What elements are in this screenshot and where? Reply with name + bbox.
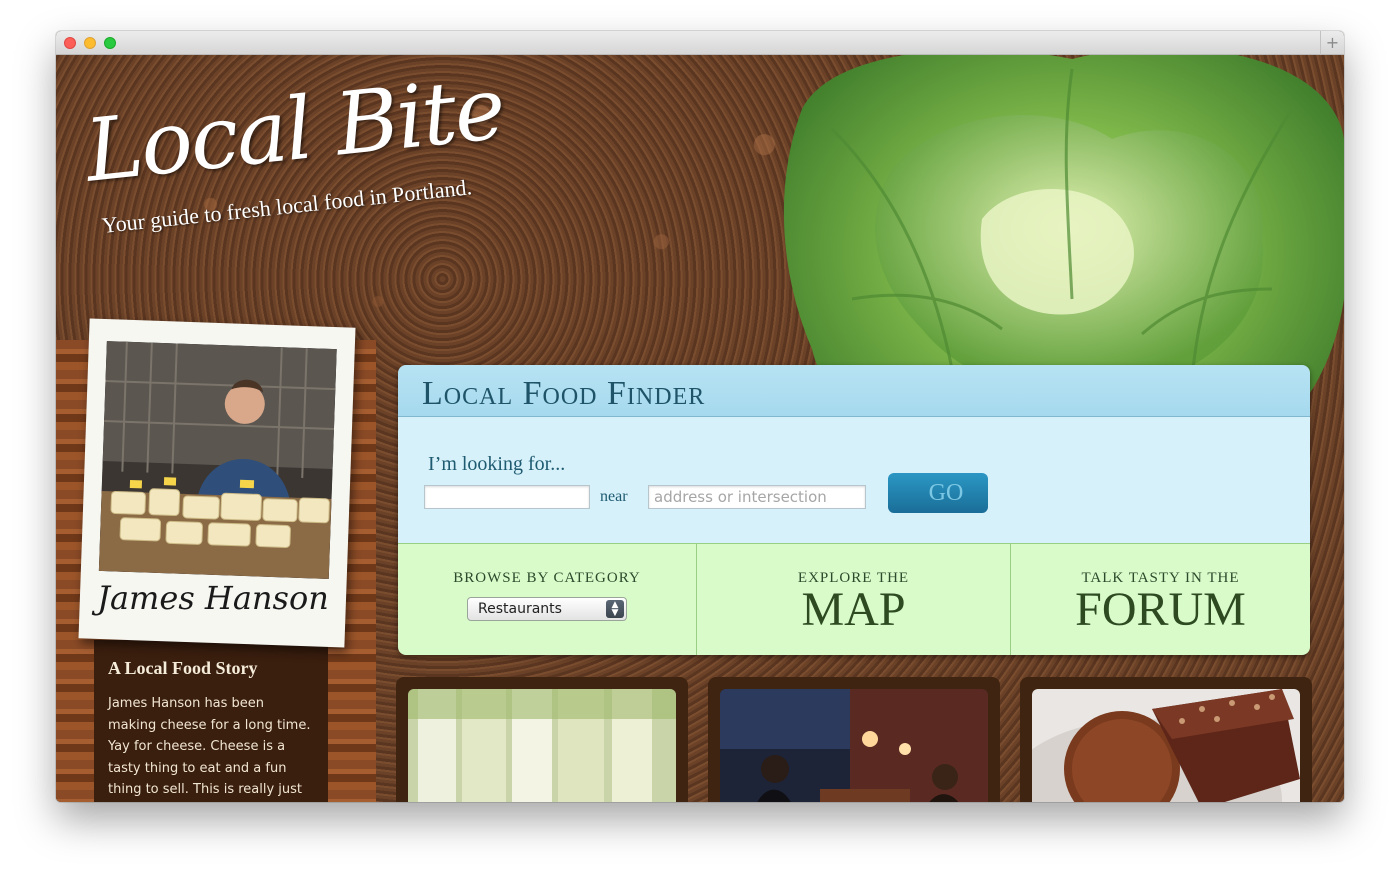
search-what-input[interactable] (424, 485, 590, 509)
feature-card-restaurant[interactable] (708, 677, 1000, 802)
near-label: near (600, 488, 628, 505)
profile-name: James Hanson (97, 578, 329, 617)
story-panel: A Local Food Story James Hanson has been… (94, 640, 328, 802)
browser-titlebar: + (56, 31, 1344, 55)
explore-map-link[interactable]: EXPLORE THE MAP (696, 544, 1010, 655)
explore-map-label: MAP (801, 583, 906, 636)
leeks-photo (408, 689, 676, 802)
search-location-input[interactable] (648, 485, 866, 509)
minimize-window-icon[interactable] (84, 37, 96, 49)
browse-category-column: BROWSE BY CATEGORY Restaurants ▲ ▼ (398, 544, 696, 655)
finder-browse-row: BROWSE BY CATEGORY Restaurants ▲ ▼ EXPLOR… (398, 543, 1310, 655)
feature-card-leeks[interactable] (396, 677, 688, 802)
dessert-photo (1002, 689, 1300, 802)
select-arrows-icon: ▲ ▼ (606, 600, 624, 618)
page-content: Local Bite Your guide to fresh local foo… (56, 55, 1344, 802)
feature-card-dessert[interactable] (1002, 677, 1312, 802)
browse-category-label: BROWSE BY CATEGORY (453, 570, 641, 586)
looking-for-label: I’m looking for... (428, 453, 566, 475)
browser-window: + Local Bite Your guide to fresh local f… (56, 31, 1344, 802)
forum-link[interactable]: TALK TASTY IN THE FORUM (1010, 544, 1310, 655)
local-food-finder: Local Food Finder I’m looking for... nea… (398, 365, 1310, 655)
finder-header: Local Food Finder (398, 365, 1310, 417)
story-title[interactable]: A Local Food Story (108, 658, 314, 679)
finder-title: Local Food Finder (422, 375, 706, 412)
go-button[interactable]: GO (888, 473, 988, 513)
cheesemaker-photo (98, 341, 337, 579)
new-tab-icon[interactable]: + (1320, 31, 1344, 55)
category-selected-value: Restaurants (478, 601, 562, 617)
forum-label: FORUM (1075, 583, 1246, 636)
finder-search-area: I’m looking for... near GO (398, 417, 1310, 543)
story-body: James Hanson has been making cheese for … (108, 696, 311, 797)
close-window-icon[interactable] (64, 37, 76, 49)
restaurant-photo (720, 689, 988, 802)
category-select[interactable]: Restaurants ▲ ▼ (467, 597, 627, 621)
profile-polaroid[interactable]: James Hanson (78, 318, 356, 648)
maximize-window-icon[interactable] (104, 37, 116, 49)
